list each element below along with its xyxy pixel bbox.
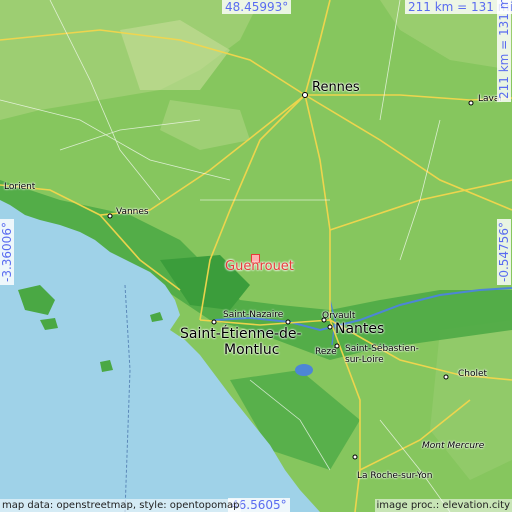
city-label-orvault: Orvault bbox=[322, 311, 356, 321]
scale-bar-horizontal: 211 km = 131 mi bbox=[405, 0, 512, 14]
city-label-saint-nazaire: Saint-Nazaire bbox=[223, 310, 284, 320]
attribution-left: map data: openstreetmap, style: opentopo… bbox=[0, 499, 242, 512]
city-label-cholet: Cholet bbox=[458, 369, 488, 379]
city-label-rennes: Rennes bbox=[312, 80, 360, 95]
city-label-nantes: Nantes bbox=[335, 321, 385, 337]
scale-bar-vertical: 211 km = 131 mi bbox=[497, 0, 511, 102]
city-label-saint-sebastien: Saint-Sébastien- bbox=[345, 344, 419, 354]
longitude-right-label: -0.54756° bbox=[497, 219, 511, 285]
city-label-reze: Rezé bbox=[315, 347, 337, 357]
city-label-lorient: Lorient bbox=[4, 182, 36, 192]
attribution-right: image proc.: elevation.city bbox=[374, 499, 512, 512]
map-view[interactable]: Guenrouet Rennes Laval Lorient Vannes Sa… bbox=[0, 0, 512, 512]
city-label-saint-etienne: Saint-Étienne-de- bbox=[180, 326, 302, 342]
city-label-montluc: Montluc bbox=[224, 342, 280, 358]
target-label: Guenrouet bbox=[225, 259, 294, 274]
city-label-vannes: Vannes bbox=[116, 207, 149, 217]
city-label-mont-mercure: Mont Mercure bbox=[422, 441, 485, 451]
longitude-left-label: -3.36006° bbox=[0, 219, 14, 285]
city-label-la-roche: La Roche-sur-Yon bbox=[357, 471, 433, 481]
city-label-sur-loire: sur-Loire bbox=[345, 355, 384, 365]
latitude-top-label: 48.45993° bbox=[222, 0, 292, 14]
